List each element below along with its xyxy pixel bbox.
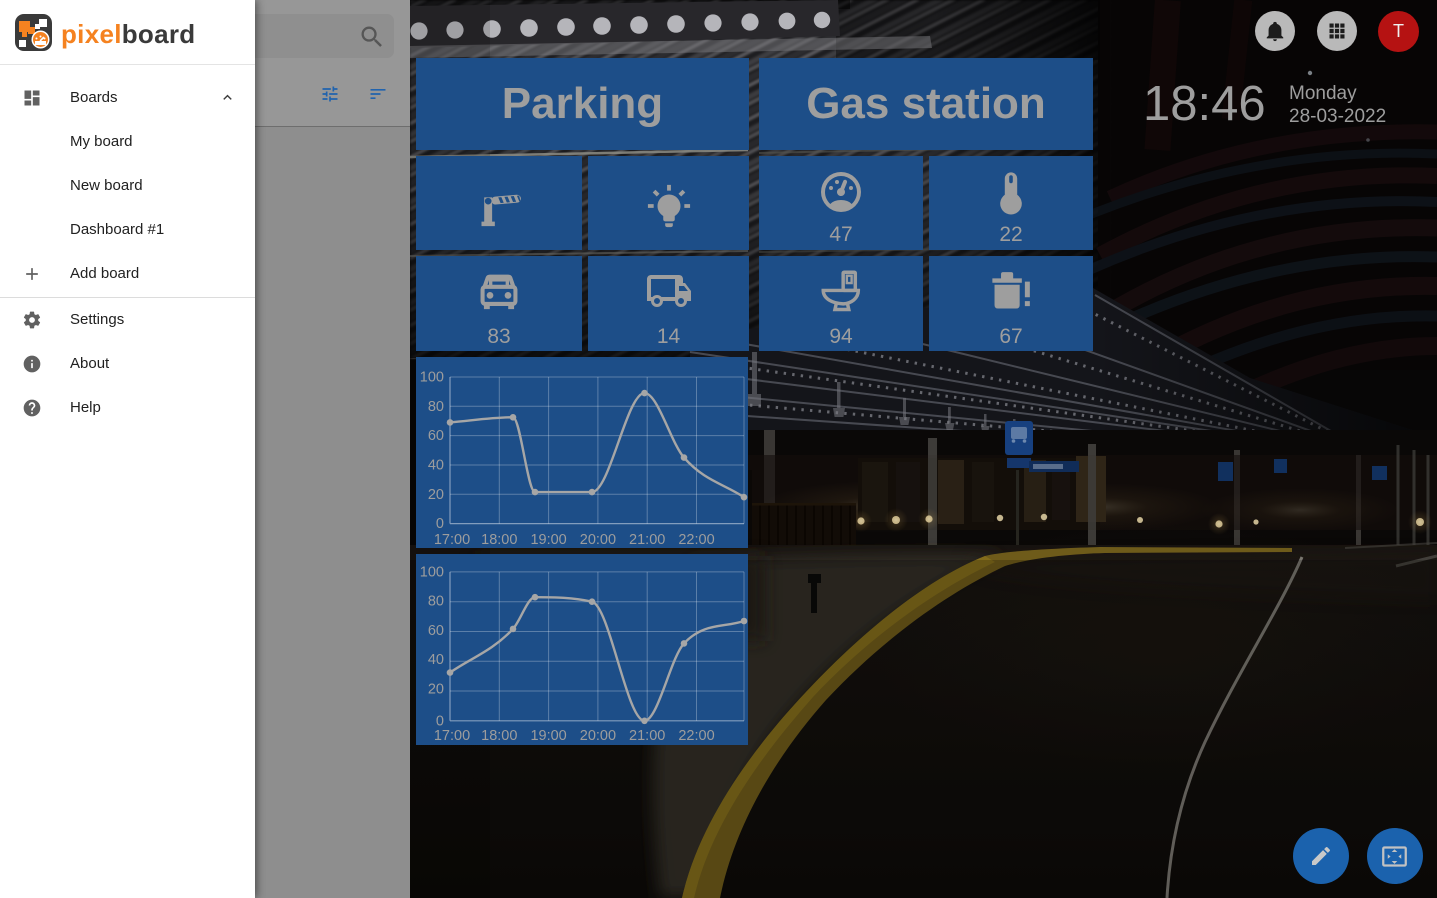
svg-text:19:00: 19:00 (530, 532, 566, 548)
svg-text:80: 80 (428, 399, 444, 415)
svg-text:80: 80 (428, 594, 444, 610)
svg-text:21:00: 21:00 (629, 532, 665, 548)
svg-text:22:00: 22:00 (678, 532, 714, 548)
svg-text:100: 100 (420, 370, 444, 386)
svg-text:60: 60 (428, 428, 444, 444)
svg-text:40: 40 (428, 652, 444, 668)
svg-text:0: 0 (436, 516, 444, 532)
svg-text:18:00: 18:00 (481, 728, 517, 744)
svg-text:20:00: 20:00 (580, 728, 616, 744)
svg-text:20: 20 (428, 487, 444, 503)
svg-text:17:00: 17:00 (434, 532, 470, 548)
svg-text:20: 20 (428, 682, 444, 698)
svg-text:20:00: 20:00 (580, 532, 616, 548)
svg-text:40: 40 (428, 458, 444, 474)
svg-text:60: 60 (428, 623, 444, 639)
svg-text:19:00: 19:00 (530, 728, 566, 744)
svg-text:22:00: 22:00 (678, 728, 714, 744)
svg-text:21:00: 21:00 (629, 728, 665, 744)
svg-text:18:00: 18:00 (481, 532, 517, 548)
svg-text:17:00: 17:00 (434, 728, 470, 744)
svg-text:100: 100 (420, 564, 444, 580)
svg-text:0: 0 (436, 713, 444, 729)
